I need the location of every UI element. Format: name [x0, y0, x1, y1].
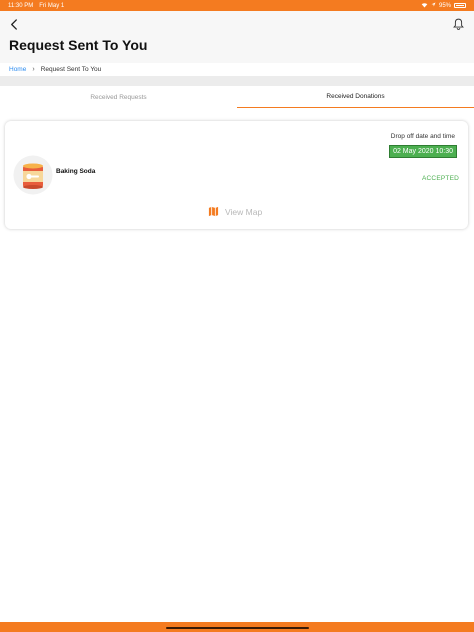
breadcrumb-home-link[interactable]: Home	[9, 66, 26, 73]
product-image	[13, 155, 53, 195]
status-date: Fri May 1	[39, 2, 65, 9]
breadcrumb-separator-icon: ›	[32, 66, 35, 73]
tab-bar: Received Requests Received Donations	[0, 86, 474, 108]
battery-icon	[454, 3, 466, 8]
notifications-button[interactable]	[450, 16, 466, 32]
map-icon	[208, 206, 219, 217]
bell-icon	[452, 18, 464, 30]
back-chevron-icon	[11, 18, 17, 30]
breadcrumb-current: Request Sent To You	[40, 66, 102, 73]
battery-percent: 95%	[438, 2, 451, 9]
home-indicator[interactable]	[166, 627, 309, 629]
header: Request Sent To You	[0, 11, 474, 63]
status-time: 11:30 PM	[8, 2, 34, 9]
view-map-button[interactable]: View Map	[208, 206, 262, 217]
tab-received-donations[interactable]: Received Donations	[237, 86, 474, 108]
product-name: Baking Soda	[56, 168, 96, 175]
dropoff-date-badge: 02 May 2020 10:30	[389, 145, 457, 158]
breadcrumb: Home › Request Sent To You	[0, 63, 474, 76]
view-map-label: View Map	[225, 206, 263, 217]
page-title: Request Sent To You	[9, 37, 148, 53]
location-arrow-icon	[431, 2, 436, 9]
status-badge: ACCEPTED	[422, 175, 459, 182]
dropoff-label: Drop off date and time	[390, 133, 455, 140]
back-button[interactable]	[6, 16, 22, 32]
tab-received-requests[interactable]: Received Requests	[0, 86, 237, 108]
wifi-icon	[421, 2, 428, 10]
status-bar: 11:30 PM Fri May 1 95%	[0, 0, 474, 11]
donation-card[interactable]: Baking Soda Drop off date and time 02 Ma…	[5, 121, 468, 229]
section-divider	[0, 76, 474, 86]
